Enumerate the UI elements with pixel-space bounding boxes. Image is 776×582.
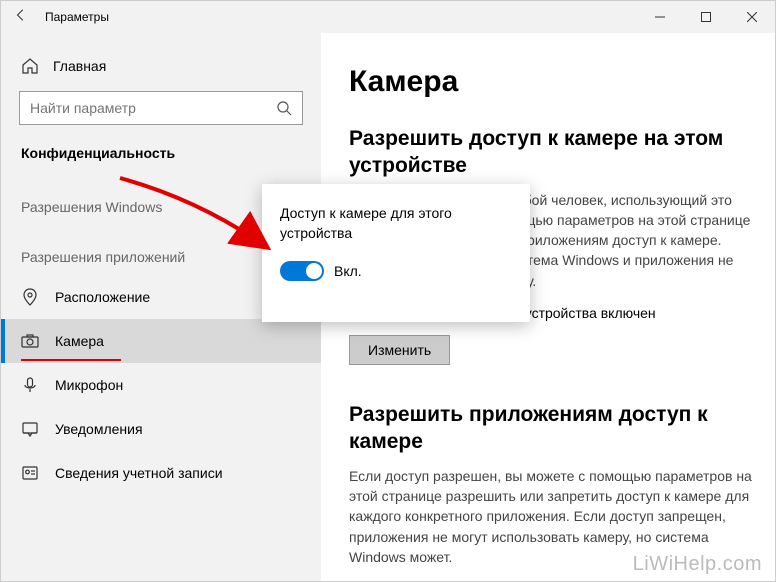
back-button[interactable]	[1, 8, 41, 27]
sidebar-item-label: Уведомления	[55, 421, 143, 437]
section-heading-device-access: Разрешить доступ к камере на этом устрой…	[349, 125, 753, 180]
section-title: Конфиденциальность	[1, 139, 321, 175]
sidebar-item-notifications[interactable]: Уведомления	[1, 407, 321, 451]
close-button[interactable]	[729, 1, 775, 33]
watermark: LiWiHelp.com	[633, 553, 762, 576]
minimize-button[interactable]	[637, 1, 683, 33]
titlebar: Параметры	[1, 1, 775, 33]
page-heading: Камера	[349, 65, 753, 99]
popup-text: Доступ к камере для этого устройства	[280, 204, 512, 243]
search-input[interactable]	[19, 91, 303, 125]
device-access-popup: Доступ к камере для этого устройства Вкл…	[262, 184, 530, 322]
sidebar-item-microphone[interactable]: Микрофон	[1, 363, 321, 407]
search-field[interactable]	[30, 100, 276, 116]
location-icon	[21, 288, 39, 306]
home-link[interactable]: Главная	[1, 47, 321, 87]
change-button[interactable]: Изменить	[349, 335, 450, 365]
microphone-icon	[21, 376, 39, 394]
home-label: Главная	[53, 58, 106, 74]
sidebar-item-label: Микрофон	[55, 377, 123, 393]
toggle-label: Вкл.	[334, 263, 362, 279]
account-icon	[21, 464, 39, 482]
maximize-button[interactable]	[683, 1, 729, 33]
sidebar-item-account-info[interactable]: Сведения учетной записи	[1, 451, 321, 495]
notifications-icon	[21, 420, 39, 438]
window-title: Параметры	[41, 10, 109, 24]
home-icon	[21, 57, 39, 75]
camera-icon	[21, 332, 39, 350]
section-description: Если доступ разрешен, вы можете с помощь…	[349, 466, 753, 567]
search-icon	[276, 100, 292, 116]
device-access-toggle[interactable]	[280, 261, 324, 281]
section-heading-app-access: Разрешить приложениям доступ к камере	[349, 401, 753, 456]
red-underline-annotation	[21, 359, 121, 361]
sidebar-item-label: Расположение	[55, 289, 150, 305]
sidebar-item-camera[interactable]: Камера	[1, 319, 321, 363]
sidebar-item-label: Сведения учетной записи	[55, 465, 223, 481]
sidebar-item-label: Камера	[55, 333, 104, 349]
